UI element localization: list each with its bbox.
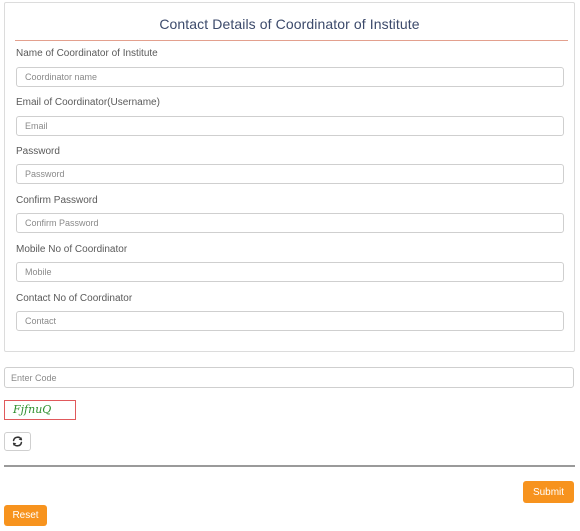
confirm-password-label: Confirm Password [16,195,98,206]
mobile-number-input[interactable] [16,262,564,282]
title-divider [15,40,568,41]
coordinator-email-label: Email of Coordinator(Username) [16,97,160,108]
contact-number-input[interactable] [16,311,564,331]
password-label: Password [16,146,60,157]
contact-number-label: Contact No of Coordinator [16,293,133,304]
coordinator-name-input[interactable] [16,67,564,87]
mobile-number-label: Mobile No of Coordinator [16,244,128,255]
captcha-image: FjfnuQ [4,400,76,420]
coordinator-email-input[interactable] [16,116,564,136]
captcha-code-input[interactable] [4,367,574,388]
panel-title: Contact Details of Coordinator of Instit… [159,16,420,32]
password-input[interactable] [16,164,564,184]
captcha-refresh-button[interactable] [4,432,31,451]
refresh-icon [12,436,23,447]
coordinator-name-label: Name of Coordinator of Institute [16,48,158,59]
submit-button[interactable]: Submit [523,481,574,503]
confirm-password-input[interactable] [16,213,564,233]
coordinator-contact-panel: Contact Details of Coordinator of Instit… [4,2,575,352]
reset-button[interactable]: Reset [4,505,47,526]
section-divider [4,465,575,467]
